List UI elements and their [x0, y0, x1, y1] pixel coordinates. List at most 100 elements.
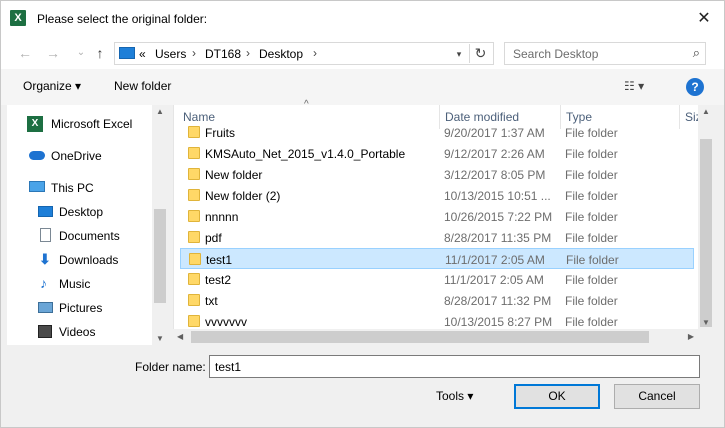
- file-type: File folder: [565, 231, 618, 245]
- file-type: File folder: [566, 253, 619, 267]
- file-row[interactable]: New folder (2) 10/13/2015 10:51 ... File…: [180, 185, 694, 206]
- file-row[interactable]: test2 11/1/2017 2:05 AM File folder: [180, 269, 694, 290]
- chevron-down-icon[interactable]: ▾: [451, 45, 467, 63]
- dialog-title: Please select the original folder:: [37, 12, 208, 26]
- cloud-icon: [29, 151, 45, 160]
- file-name: nnnnn: [205, 210, 239, 224]
- breadcrumb-separator[interactable]: ›: [246, 46, 250, 60]
- breadcrumb-users[interactable]: Users: [155, 47, 186, 61]
- scrollbar-thumb[interactable]: [700, 139, 712, 327]
- horizontal-scrollbar[interactable]: ◀ ▶: [173, 329, 698, 345]
- address-bar[interactable]: « Users › DT168 › Desktop › ▾ ↻: [114, 42, 494, 65]
- sidebar-item-onedrive[interactable]: OneDrive: [7, 145, 147, 167]
- file-date: 11/1/2017 2:05 AM: [445, 253, 545, 267]
- recent-locations-icon[interactable]: ⌄: [71, 43, 91, 63]
- scroll-up-icon[interactable]: ▲: [152, 107, 168, 116]
- sidebar-item-label: OneDrive: [51, 149, 102, 163]
- sidebar-item-microsoft-excel[interactable]: X Microsoft Excel: [7, 113, 147, 135]
- scrollbar-thumb[interactable]: [191, 331, 649, 343]
- file-row[interactable]: New folder 3/12/2017 8:05 PM File folder: [180, 164, 694, 185]
- download-icon: ⬇: [39, 251, 51, 267]
- file-date: 3/12/2017 8:05 PM: [444, 168, 546, 182]
- scroll-right-icon[interactable]: ▶: [688, 332, 694, 341]
- folder-icon: [188, 231, 200, 243]
- scroll-up-icon[interactable]: ▲: [702, 107, 710, 116]
- breadcrumb-separator[interactable]: ›: [192, 46, 196, 60]
- file-row[interactable]: vvvvvvv 10/13/2015 8:27 PM File folder: [180, 311, 694, 329]
- search-box[interactable]: Search Desktop ⌕: [504, 42, 706, 65]
- new-folder-button[interactable]: New folder: [114, 79, 171, 93]
- file-name: test1: [206, 253, 233, 267]
- scroll-down-icon[interactable]: ▼: [152, 334, 168, 343]
- forward-arrow-icon[interactable]: →: [43, 43, 63, 63]
- view-options-icon[interactable]: ☷ ▾: [624, 79, 644, 93]
- file-type: File folder: [565, 126, 618, 140]
- file-type: File folder: [565, 189, 618, 203]
- file-row[interactable]: pdf 8/28/2017 11:35 PM File folder: [180, 227, 694, 248]
- search-icon[interactable]: ⌕: [693, 45, 700, 61]
- file-type: File folder: [565, 294, 618, 308]
- sidebar-item-label: Downloads: [59, 253, 119, 267]
- sidebar-item-documents[interactable]: Documents: [7, 225, 147, 247]
- file-type: File folder: [565, 147, 618, 161]
- folder-icon: [188, 294, 200, 306]
- breadcrumb-dt168[interactable]: DT168: [205, 47, 241, 61]
- ok-button[interactable]: OK: [514, 384, 600, 409]
- file-type: File folder: [565, 315, 618, 329]
- file-row-selected[interactable]: test1 11/1/2017 2:05 AM File folder: [180, 248, 694, 269]
- file-row[interactable]: nnnnn 10/26/2015 7:22 PM File folder: [180, 206, 694, 227]
- tools-button[interactable]: Tools ▾: [436, 389, 473, 403]
- cancel-button[interactable]: Cancel: [614, 384, 700, 409]
- file-name: New folder: [205, 168, 263, 182]
- sidebar-item-label: Pictures: [59, 301, 103, 315]
- sidebar-item-label: Videos: [59, 325, 96, 339]
- file-name: KMSAuto_Net_2015_v1.4.0_Portable: [205, 147, 406, 161]
- file-row[interactable]: KMSAuto_Net_2015_v1.4.0_Portable 9/12/20…: [180, 143, 694, 164]
- close-button[interactable]: ✕: [684, 1, 724, 37]
- sidebar-scrollbar[interactable]: ▲ ▼: [152, 105, 168, 345]
- scroll-left-icon[interactable]: ◀: [177, 332, 183, 341]
- folder-name-label: Folder name:: [135, 360, 206, 374]
- file-name: txt: [205, 294, 218, 308]
- sidebar-item-music[interactable]: ♪ Music: [7, 273, 147, 295]
- sidebar-item-label: Music: [59, 277, 91, 291]
- document-icon: [40, 228, 51, 242]
- desktop-icon: [38, 206, 53, 217]
- sidebar-item-label: This PC: [51, 181, 94, 195]
- folder-icon: [188, 315, 200, 327]
- scroll-down-icon[interactable]: ▼: [702, 318, 710, 327]
- breadcrumb-prefix[interactable]: «: [139, 47, 146, 61]
- picture-icon: [38, 302, 53, 313]
- navigation-pane: X Microsoft Excel OneDrive This PC Deskt…: [7, 105, 168, 345]
- file-list-scrollbar[interactable]: ▲ ▼: [698, 105, 714, 345]
- sidebar-item-this-pc[interactable]: This PC: [7, 177, 147, 199]
- folder-icon: [188, 189, 200, 201]
- sidebar-item-downloads[interactable]: ⬇ Downloads: [7, 249, 147, 271]
- file-row[interactable]: txt 8/28/2017 11:32 PM File folder: [180, 290, 694, 311]
- file-date: 10/13/2015 8:27 PM: [444, 315, 553, 329]
- folder-icon: [188, 126, 200, 138]
- excel-icon: X: [10, 10, 26, 26]
- folder-name-input[interactable]: [209, 355, 700, 378]
- scrollbar-thumb[interactable]: [154, 209, 166, 303]
- back-arrow-icon[interactable]: ←: [15, 43, 35, 63]
- sidebar-item-videos[interactable]: Videos: [7, 321, 147, 343]
- file-row[interactable]: Fruits 9/20/2017 1:37 AM File folder: [180, 122, 694, 143]
- breadcrumb-separator[interactable]: ›: [313, 46, 317, 60]
- folder-icon: [189, 253, 201, 265]
- up-arrow-icon[interactable]: ↑: [90, 43, 110, 63]
- breadcrumb-desktop[interactable]: Desktop: [259, 47, 303, 61]
- file-name: New folder (2): [205, 189, 281, 203]
- file-name: pdf: [205, 231, 222, 245]
- sidebar-item-desktop[interactable]: Desktop: [7, 201, 147, 223]
- title-bar: X Please select the original folder: ✕: [1, 1, 724, 37]
- search-input[interactable]: Search Desktop: [513, 47, 598, 61]
- help-icon[interactable]: ?: [686, 78, 704, 96]
- folder-dialog: X Please select the original folder: ✕ ←…: [0, 0, 725, 428]
- organize-button[interactable]: Organize ▾: [23, 79, 81, 93]
- computer-icon: [29, 181, 45, 192]
- sidebar-item-label: Microsoft Excel: [51, 117, 133, 131]
- location-icon: [119, 47, 135, 59]
- refresh-icon[interactable]: ↻: [469, 44, 491, 63]
- sidebar-item-pictures[interactable]: Pictures: [7, 297, 147, 319]
